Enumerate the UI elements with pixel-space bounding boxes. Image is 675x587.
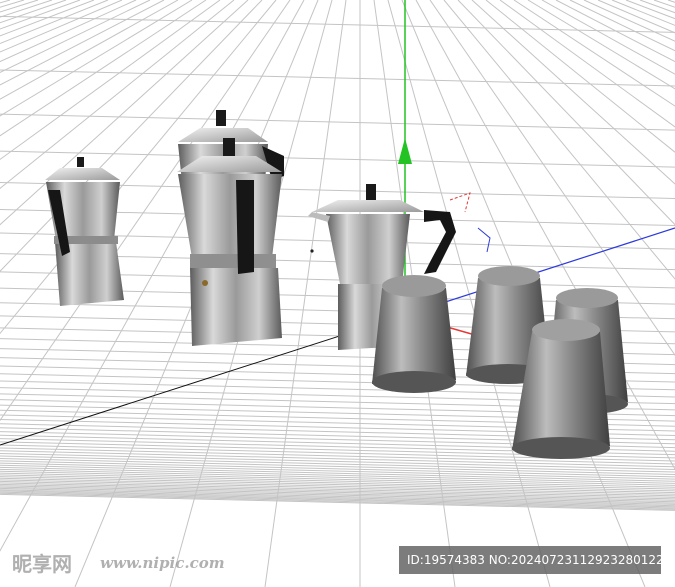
image-id-badge: ID:19574383 NO:20240723112923280122 (399, 546, 664, 574)
moka-pot-large-front[interactable] (177, 138, 282, 346)
moka-pot-small[interactable] (45, 157, 124, 306)
3d-viewport[interactable] (0, 0, 675, 587)
cup-1[interactable] (372, 275, 456, 393)
y-axis-arrow-icon[interactable] (398, 138, 412, 164)
rotate-handle-red-icon[interactable] (449, 192, 471, 213)
watermark-site-name: 昵享网 (12, 552, 72, 576)
watermark-url: www.nipic.com (100, 554, 225, 572)
rotate-handle-blue-icon[interactable] (477, 227, 491, 253)
